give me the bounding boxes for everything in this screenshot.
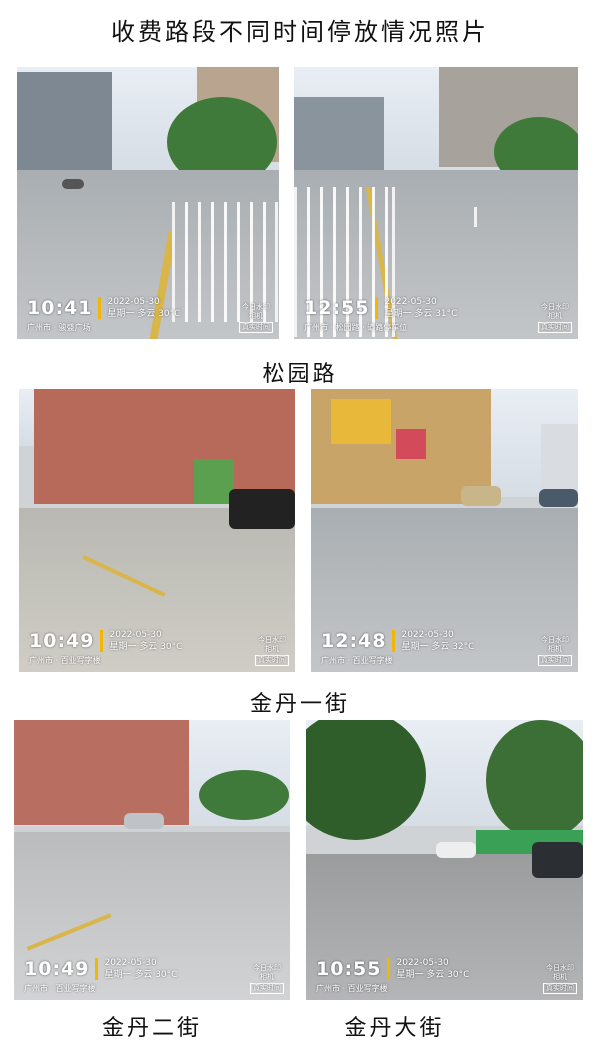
watermark-logo: 今日水印 相机 真实时间	[255, 636, 289, 666]
timestamp-overlay: 12:48 2022-05-30 星期一 多云 32°C 广州市 · 百业写字楼	[321, 630, 475, 665]
caption-jindan-1st-street: 金丹一街	[249, 692, 350, 717]
watermark-logo: 今日水印 相机 真实时间	[538, 636, 572, 666]
page-title: 收费路段不同时间停放情况照片	[111, 18, 489, 46]
photo-jindan-avenue-1055: 10:55 2022-05-30 星期一 多云 30°C 广州市 · 百业写字楼 …	[306, 720, 583, 1000]
watermark-logo: 今日水印 相机 真实时间	[250, 964, 284, 994]
timestamp-overlay: 12:55 2022-05-30 星期一 多云 31°C 广州市 · 松园路 · …	[304, 297, 458, 332]
photo-songyuan-1255: 12:55 2022-05-30 星期一 多云 31°C 广州市 · 松园路 · …	[294, 67, 578, 339]
watermark-logo: 今日水印 相机 真实时间	[538, 303, 572, 333]
watermark-logo: 今日水印 相机 真实时间	[239, 303, 273, 333]
timestamp-overlay: 10:49 2022-05-30 星期一 多云 30°C 广州市 · 百业写字楼	[24, 958, 178, 993]
photo-jindan1-1248: 12:48 2022-05-30 星期一 多云 32°C 广州市 · 百业写字楼 …	[311, 389, 578, 672]
timestamp-overlay: 10:49 2022-05-30 星期一 多云 30°C 广州市 · 百业写字楼	[29, 630, 183, 665]
caption-songyuan-road: 松园路	[262, 362, 338, 387]
watermark-logo: 今日水印 相机 真实时间	[543, 964, 577, 994]
caption-jindan-2nd-street: 金丹二街	[101, 1016, 202, 1041]
photo-jindan2-1049: 10:49 2022-05-30 星期一 多云 30°C 广州市 · 百业写字楼 …	[14, 720, 290, 1000]
timestamp-overlay: 10:55 2022-05-30 星期一 多云 30°C 广州市 · 百业写字楼	[316, 958, 470, 993]
caption-jindan-avenue: 金丹大街	[344, 1016, 445, 1041]
timestamp-overlay: 10:41 2022-05-30 星期一 多云 30°C 广州市 · 骏盛广场	[27, 297, 181, 332]
photo-jindan1-1049: 10:49 2022-05-30 星期一 多云 30°C 广州市 · 百业写字楼 …	[19, 389, 295, 672]
photo-songyuan-1041: 10:41 2022-05-30 星期一 多云 30°C 广州市 · 骏盛广场 今…	[17, 67, 279, 339]
